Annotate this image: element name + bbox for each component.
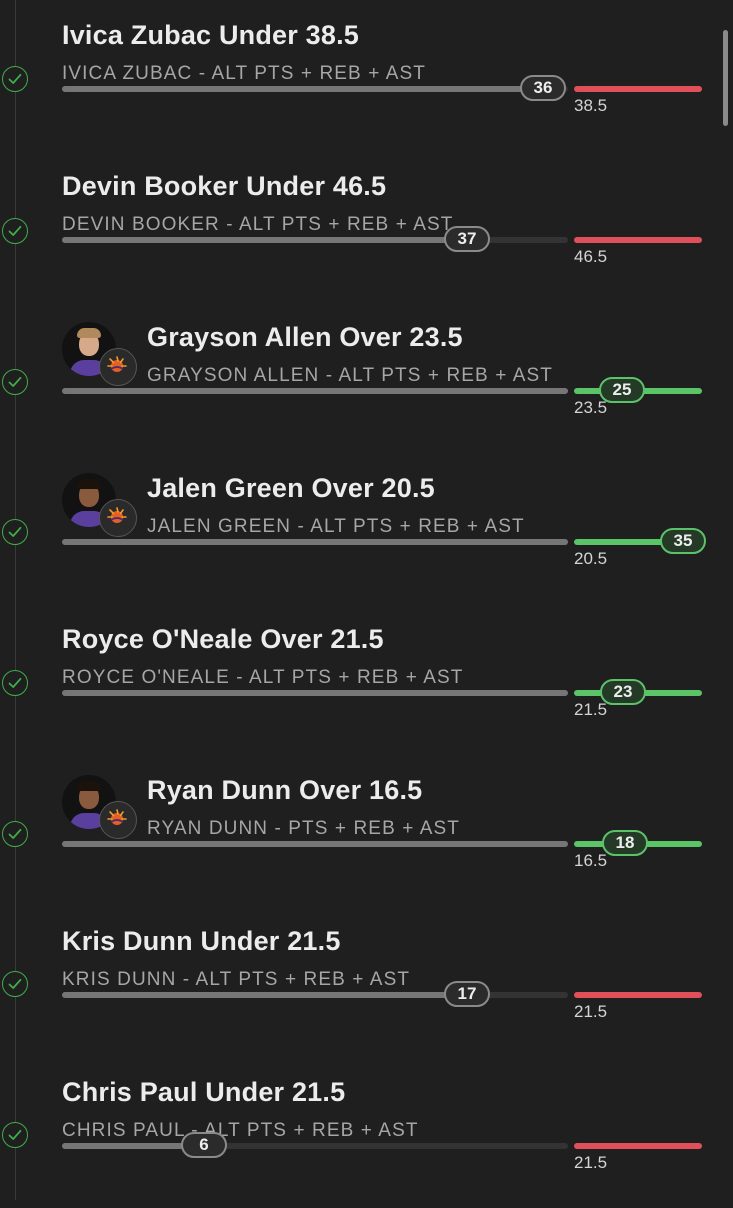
line-value: 21.5 bbox=[574, 1153, 608, 1172]
leg-market: KRIS DUNN - ALT PTS + REB + AST bbox=[62, 969, 411, 990]
leg-row[interactable]: Jalen Green Over 20.5 JALEN GREEN - ALT P… bbox=[0, 453, 733, 604]
line-value: 38.5 bbox=[574, 96, 608, 115]
leg-market: RYAN DUNN - PTS + REB + AST bbox=[147, 818, 461, 839]
progress-track bbox=[62, 1143, 568, 1149]
leg-row[interactable]: Ivica Zubac Under 38.5 IVICA ZUBAC - ALT … bbox=[0, 0, 733, 151]
line-value: 16.5 bbox=[574, 851, 608, 870]
check-circle-icon bbox=[2, 369, 28, 395]
leg-title: Jalen Green Over 20.5 bbox=[147, 473, 435, 503]
suns-logo-icon bbox=[99, 348, 137, 386]
check-circle-icon bbox=[2, 1122, 28, 1148]
line-value: 20.5 bbox=[574, 549, 608, 568]
leg-title: Ryan Dunn Over 16.5 bbox=[147, 775, 423, 805]
leg-row[interactable]: Ryan Dunn Over 16.5 RYAN DUNN - PTS + REB… bbox=[0, 755, 733, 906]
leg-market: ROYCE O'NEALE - ALT PTS + REB + AST bbox=[62, 667, 464, 688]
progress-fill bbox=[62, 992, 467, 998]
progress-track bbox=[62, 237, 568, 243]
leg-title: Ivica Zubac Under 38.5 bbox=[62, 20, 360, 50]
leg-title: Kris Dunn Under 21.5 bbox=[62, 926, 341, 956]
progress-fill bbox=[62, 841, 568, 847]
actual-stat-badge: 6 bbox=[181, 1132, 227, 1158]
leg-row[interactable]: Grayson Allen Over 23.5 GRAYSON ALLEN - A… bbox=[0, 302, 733, 453]
progress-fill bbox=[62, 237, 467, 243]
progress-track bbox=[62, 992, 568, 998]
progress-track bbox=[62, 539, 568, 545]
line-value: 46.5 bbox=[574, 247, 608, 266]
leg-row[interactable]: Chris Paul Under 21.5 CHRIS PAUL - ALT PT… bbox=[0, 1057, 733, 1208]
actual-stat-badge: 23 bbox=[600, 679, 646, 705]
progress-fill bbox=[62, 388, 568, 394]
actual-stat-badge: 35 bbox=[660, 528, 706, 554]
check-circle-icon bbox=[2, 971, 28, 997]
actual-stat-badge: 37 bbox=[444, 226, 490, 252]
actual-stat-badge: 36 bbox=[520, 75, 566, 101]
leg-market: CHRIS PAUL - ALT PTS + REB + AST bbox=[62, 1120, 419, 1141]
leg-title: Devin Booker Under 46.5 bbox=[62, 171, 387, 201]
leg-market: JALEN GREEN - ALT PTS + REB + AST bbox=[147, 516, 525, 537]
progress-track bbox=[62, 690, 568, 696]
line-segment bbox=[574, 86, 702, 92]
line-value: 21.5 bbox=[574, 1002, 608, 1021]
progress-track bbox=[62, 841, 568, 847]
progress-fill bbox=[62, 86, 543, 92]
leg-title: Chris Paul Under 21.5 bbox=[62, 1077, 346, 1107]
progress-track bbox=[62, 388, 568, 394]
actual-stat-badge: 25 bbox=[599, 377, 645, 403]
progress-track bbox=[62, 86, 568, 92]
leg-row[interactable]: Kris Dunn Under 21.5 KRIS DUNN - ALT PTS … bbox=[0, 906, 733, 1057]
progress-fill bbox=[62, 539, 568, 545]
leg-title: Grayson Allen Over 23.5 bbox=[147, 322, 463, 352]
actual-stat-badge: 18 bbox=[602, 830, 648, 856]
leg-row[interactable]: Devin Booker Under 46.5 DEVIN BOOKER - AL… bbox=[0, 151, 733, 302]
suns-logo-icon bbox=[99, 499, 137, 537]
check-circle-icon bbox=[2, 519, 28, 545]
line-value: 23.5 bbox=[574, 398, 608, 417]
leg-title: Royce O'Neale Over 21.5 bbox=[62, 624, 384, 654]
leg-market: IVICA ZUBAC - ALT PTS + REB + AST bbox=[62, 63, 426, 84]
suns-logo-icon bbox=[99, 801, 137, 839]
check-circle-icon bbox=[2, 821, 28, 847]
check-circle-icon bbox=[2, 670, 28, 696]
line-segment bbox=[574, 1143, 702, 1149]
check-circle-icon bbox=[2, 218, 28, 244]
leg-row[interactable]: Royce O'Neale Over 21.5 ROYCE O'NEALE - A… bbox=[0, 604, 733, 755]
line-segment bbox=[574, 237, 702, 243]
leg-market: DEVIN BOOKER - ALT PTS + REB + AST bbox=[62, 214, 454, 235]
line-segment bbox=[574, 992, 702, 998]
check-circle-icon bbox=[2, 66, 28, 92]
progress-fill bbox=[62, 690, 568, 696]
actual-stat-badge: 17 bbox=[444, 981, 490, 1007]
leg-market: GRAYSON ALLEN - ALT PTS + REB + AST bbox=[147, 365, 553, 386]
line-value: 21.5 bbox=[574, 700, 608, 719]
